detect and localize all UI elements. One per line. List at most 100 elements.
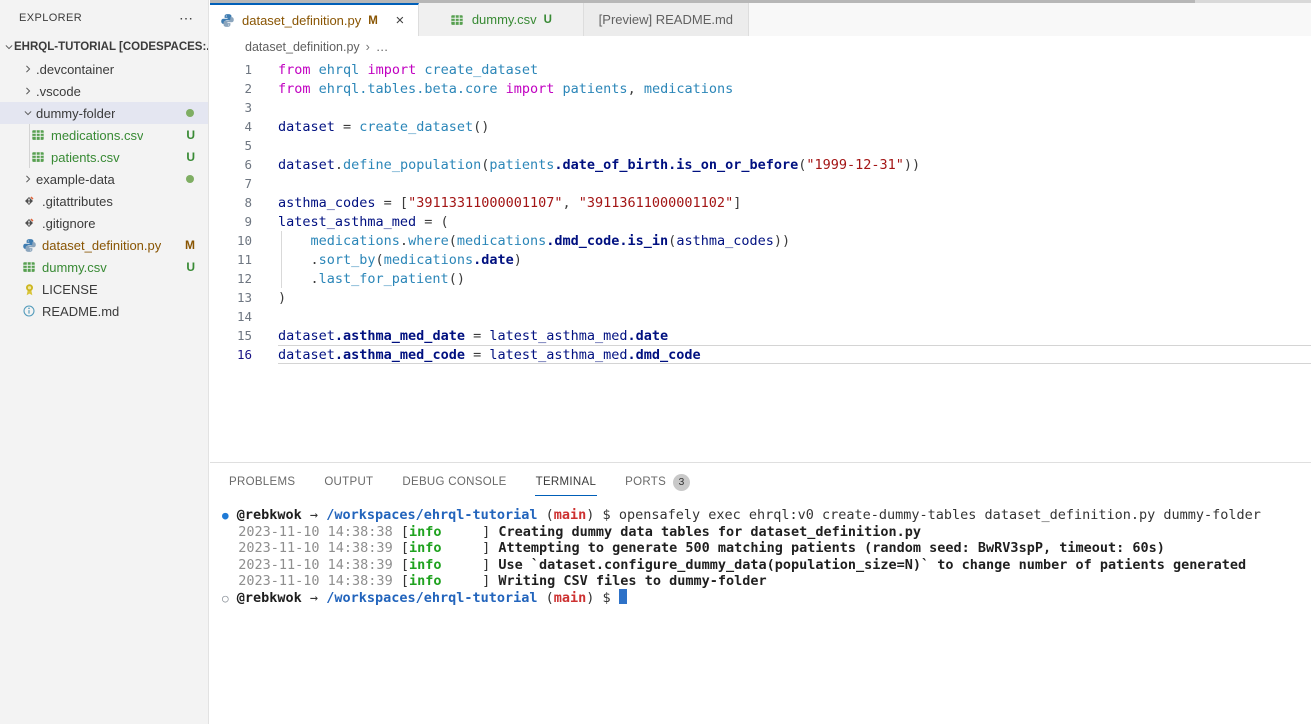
line-number: 8 [210,195,278,210]
code-line[interactable]: 13) [210,288,1311,307]
breadcrumb[interactable]: dataset_definition.py › … [210,36,1311,58]
code-line[interactable]: 3 [210,98,1311,117]
panel-tab-bar: PROBLEMS OUTPUT DEBUG CONSOLE TERMINAL PORTS… [210,463,1311,500]
bottom-panel: PROBLEMS OUTPUT DEBUG CONSOLE TERMINAL PORTS… [210,462,1311,724]
code-line[interactable]: 16dataset.asthma_med_code = latest_asthm… [210,345,1311,364]
tab-dummy.csv[interactable]: dummy.csvU [419,3,584,36]
tree-indent-guide [29,146,30,168]
panel-tab-ports[interactable]: PORTS3 [624,465,691,499]
editor-group: dataset_definition.py M × dummy.csvU [Previe… [210,0,1311,462]
code-line[interactable]: 1from ehrql import create_dataset [210,60,1311,79]
tree-item-label: dummy.csv [42,260,107,275]
tab-git-status-badge: M [368,15,378,27]
terminal-output[interactable]: ● @rebkwok → /workspaces/ehrql-tutorial … [210,507,1311,724]
explorer-header: EXPLORER ⋯ [0,0,208,35]
tab-dataset-definition.py[interactable]: dataset_definition.pyM× [210,3,419,36]
line-number: 12 [210,271,278,286]
python-file-icon [226,40,240,54]
csv-file-icon [30,127,46,143]
close-icon[interactable]: × [392,12,408,29]
code-line-content: medications.where(medications.dmd_code.i… [278,233,790,249]
tree-item-label: .devcontainer [36,62,114,77]
terminal-cursor [619,589,627,604]
workspace-root-folder[interactable]: EHRQL-TUTORIAL [CODESPACES:... [0,35,208,58]
chevron-right-icon [20,83,36,99]
terminal-line: 2023-11-10 14:38:39 [info ] Writing CSV … [222,573,1311,589]
tree-item-.vscode[interactable]: .vscode [0,80,208,102]
git-file-icon [21,193,37,209]
editor-tab-bar: dataset_definition.pyM×dummy.csvU[Previe… [210,3,1311,36]
code-line-content: dataset = create_dataset() [278,119,489,135]
code-line[interactable]: 11 .sort_by(medications.date) [210,250,1311,269]
git-status-badge: U [186,128,208,142]
tab--preview-readme.md[interactable]: [Preview] README.md [584,3,749,36]
code-line[interactable]: 8asthma_codes = ["39113311000001107", "3… [210,193,1311,212]
panel-tab-label: TERMINAL [536,476,597,488]
tree-item-.devcontainer[interactable]: .devcontainer [0,58,208,80]
tab-label: [Preview] README.md [599,12,733,27]
code-line[interactable]: 7 [210,174,1311,193]
tree-item-.gitattributes[interactable]: .gitattributes [0,190,208,212]
explorer-more-actions-icon[interactable]: ⋯ [179,14,194,22]
code-line[interactable]: 6dataset.define_population(patients.date… [210,155,1311,174]
vscode-window: EXPLORER ⋯ EHRQL-TUTORIAL [CODESPACES:..… [0,0,1311,724]
csv-file-icon [21,259,37,275]
tree-item-label: .gitignore [42,216,95,231]
tree-item-medications.csv[interactable]: medications.csv U [0,124,208,146]
code-line[interactable]: 9latest_asthma_med = ( [210,212,1311,231]
panel-tab-problems[interactable]: PROBLEMS [228,467,296,496]
line-number: 16 [210,347,278,362]
tree-item-.gitignore[interactable]: .gitignore [0,212,208,234]
tree-item-dataset_definition.py[interactable]: dataset_definition.pyM [0,234,208,256]
code-line[interactable]: 4dataset = create_dataset() [210,117,1311,136]
tree-item-label: LICENSE [42,282,98,297]
code-line-content: dataset.asthma_med_code = latest_asthma_… [278,347,701,363]
terminal-line: ● @rebkwok → /workspaces/ehrql-tutorial … [222,507,1311,524]
line-number: 15 [210,328,278,343]
chevron-right-icon [20,171,36,187]
code-line[interactable]: 5 [210,136,1311,155]
line-number: 13 [210,290,278,305]
line-number: 5 [210,138,278,153]
csv-file-icon [450,12,466,28]
code-line-content: .last_for_patient() [278,271,465,287]
line-number: 2 [210,81,278,96]
line-number: 4 [210,119,278,134]
code-line-content: from ehrql import create_dataset [278,62,538,78]
file-tree: .devcontainer .vscode dummy-folder medicati… [0,58,208,322]
tree-item-label: dataset_definition.py [42,238,161,253]
panel-tab-terminal[interactable]: TERMINAL [535,467,598,496]
code-line-content: from ehrql.tables.beta.core import patie… [278,81,733,97]
code-line[interactable]: 12 .last_for_patient() [210,269,1311,288]
line-number: 7 [210,176,278,191]
line-number: 9 [210,214,278,229]
terminal-line: 2023-11-10 14:38:38 [info ] Creating dum… [222,524,1311,540]
code-line[interactable]: 14 [210,307,1311,326]
code-line[interactable]: 2from ehrql.tables.beta.core import pati… [210,79,1311,98]
command-prompt-dot-icon: ○ [222,592,229,605]
breadcrumb-more[interactable]: … [376,40,389,54]
tree-item-dummy-folder[interactable]: dummy-folder [0,102,208,124]
python-file-icon [220,13,236,29]
panel-tab-label: OUTPUT [324,476,373,488]
panel-tab-output[interactable]: OUTPUT [323,467,374,496]
tree-item-example-data[interactable]: example-data [0,168,208,190]
tree-item-patients.csv[interactable]: patients.csvU [0,146,208,168]
tree-indent-guide [29,124,30,146]
code-editor[interactable]: 1from ehrql import create_dataset2from e… [210,60,1311,462]
code-line-content: latest_asthma_med = ( [278,214,449,230]
changes-dot-badge [186,175,194,183]
tree-item-LICENSE[interactable]: LICENSE [0,278,208,300]
tree-item-README.md[interactable]: README.md [0,300,208,322]
code-line[interactable]: 10 medications.where(medications.dmd_cod… [210,231,1311,250]
code-line[interactable]: 15dataset.asthma_med_date = latest_asthm… [210,326,1311,345]
changes-dot-badge [186,109,194,117]
panel-tab-debug-console[interactable]: DEBUG CONSOLE [401,467,507,496]
line-number: 3 [210,100,278,115]
breadcrumb-file[interactable]: dataset_definition.py [245,40,360,54]
breadcrumb-separator: › [366,40,370,54]
tree-item-dummy.csv[interactable]: dummy.csvU [0,256,208,278]
tree-item-label: medications.csv [51,128,143,143]
terminal-line: 2023-11-10 14:38:39 [info ] Attempting t… [222,540,1311,556]
tree-item-label: dummy-folder [36,106,115,121]
